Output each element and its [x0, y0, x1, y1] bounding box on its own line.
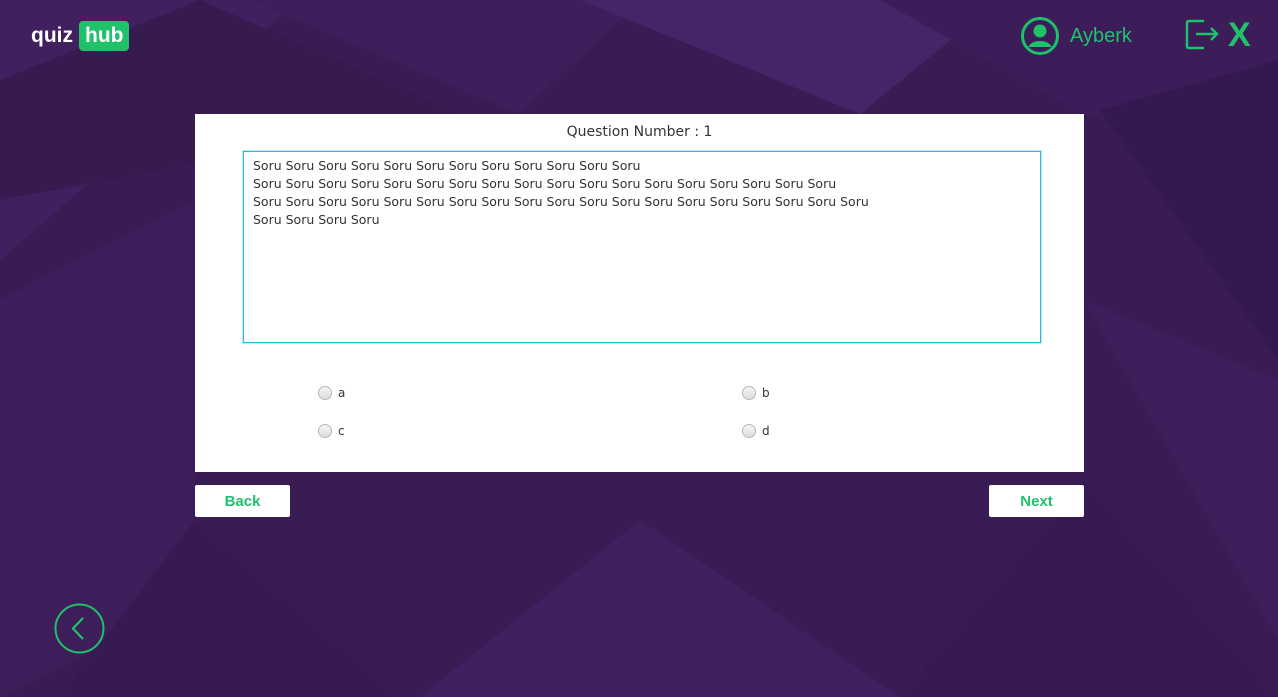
radio-d[interactable] — [742, 424, 756, 438]
user-name: Ayberk — [1070, 24, 1132, 47]
chevron-left-icon — [54, 603, 105, 654]
question-line: Soru Soru Soru Soru Soru Soru Soru Soru … — [253, 194, 869, 209]
radio-b[interactable] — [742, 386, 756, 400]
option-a-label: a — [338, 386, 346, 400]
question-text-area[interactable]: Soru Soru Soru Soru Soru Soru Soru Soru … — [243, 151, 1041, 343]
logo-text-hub: hub — [79, 21, 130, 51]
quizhub-logo: quiz hub — [31, 21, 130, 51]
option-c[interactable]: c — [318, 424, 345, 438]
question-line: Soru Soru Soru Soru — [253, 212, 380, 227]
radio-c[interactable] — [318, 424, 332, 438]
option-b-label: b — [762, 386, 770, 400]
option-b[interactable]: b — [742, 386, 770, 400]
question-number: Question Number : 1 — [566, 124, 713, 140]
logo-text-quiz: quiz — [31, 24, 73, 47]
option-d-label: d — [762, 424, 770, 438]
question-line: Soru Soru Soru Soru Soru Soru Soru Soru … — [253, 176, 837, 191]
question-card: Question Number : 1 Soru Soru Soru Soru … — [195, 114, 1084, 472]
question-line: Soru Soru Soru Soru Soru Soru Soru Soru … — [253, 158, 641, 173]
radio-a[interactable] — [318, 386, 332, 400]
logout-icon — [1185, 19, 1219, 50]
user-profile[interactable]: Ayberk — [1021, 17, 1132, 55]
next-button[interactable]: Next — [989, 485, 1084, 517]
option-d[interactable]: d — [742, 424, 770, 438]
back-circle-button[interactable] — [54, 603, 105, 659]
close-button[interactable]: X — [1228, 16, 1251, 54]
option-a[interactable]: a — [318, 386, 345, 400]
logout-button[interactable] — [1184, 17, 1220, 58]
user-avatar-icon — [1021, 17, 1059, 55]
back-button[interactable]: Back — [195, 485, 290, 517]
option-c-label: c — [338, 424, 345, 438]
